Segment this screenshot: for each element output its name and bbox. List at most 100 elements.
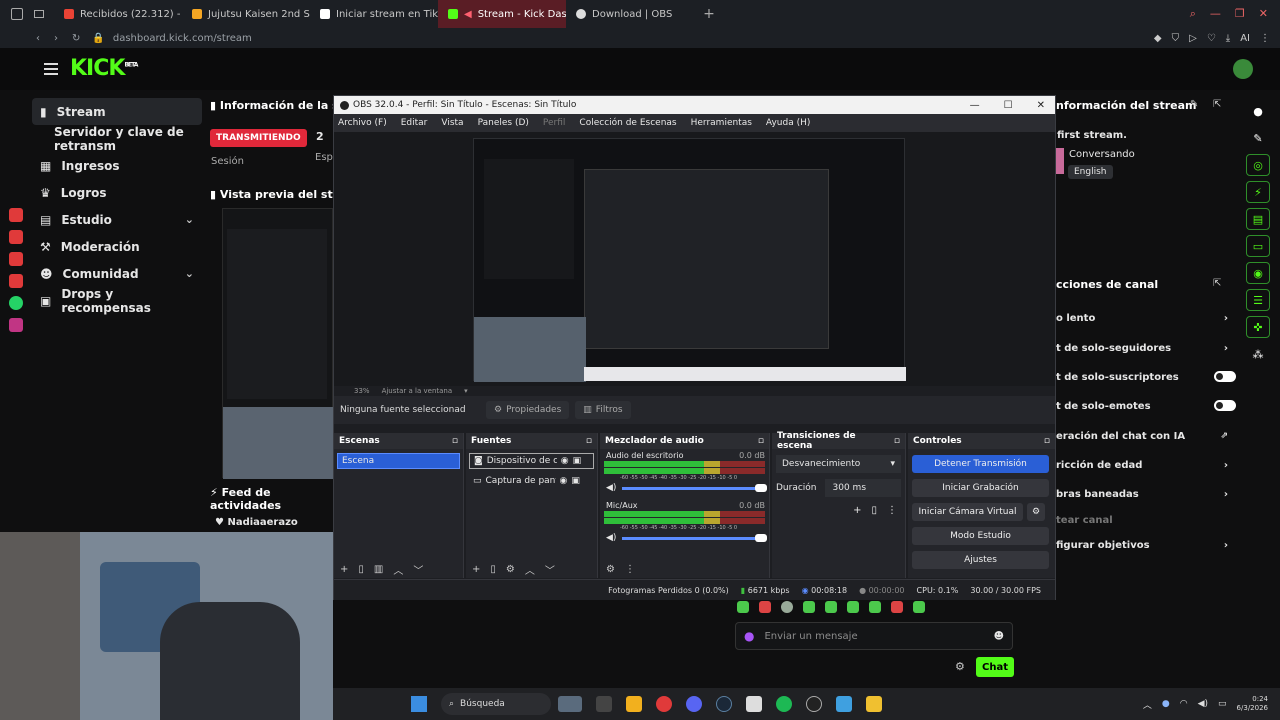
obs-preview-canvas[interactable]	[334, 132, 1055, 386]
sidebar-item-moderacion[interactable]: ⚒ Moderación	[32, 233, 202, 260]
tray-chevron-icon[interactable]: ︿	[1143, 698, 1152, 711]
windows-start-icon[interactable]	[411, 696, 427, 712]
task-view-icon[interactable]	[596, 696, 612, 712]
browser-menu-icon[interactable]	[0, 0, 34, 28]
hamburger-menu-icon[interactable]	[44, 63, 58, 75]
stop-streaming-button[interactable]: Detener Transmisión	[912, 455, 1049, 473]
emote-icon[interactable]	[891, 601, 903, 613]
bookmark-icon[interactable]: ♡	[1207, 33, 1216, 44]
emote-icon[interactable]	[869, 601, 881, 613]
menu-paneles[interactable]: Paneles (D)	[478, 118, 529, 128]
properties-button[interactable]: ⚙ Propiedades	[486, 401, 570, 419]
studio-mode-button[interactable]: Modo Estudio	[912, 527, 1049, 545]
popout-icon[interactable]: ⇱	[1213, 278, 1221, 289]
speaker-icon[interactable]: ◀)	[606, 533, 616, 543]
dock-menu-icon[interactable]: ▫	[1044, 436, 1050, 446]
discord-icon[interactable]	[686, 696, 702, 712]
add-icon[interactable]: +	[340, 564, 348, 575]
minimize-icon[interactable]: —	[970, 100, 980, 111]
settings-button[interactable]: Ajustes	[912, 551, 1049, 569]
extension-icon[interactable]: ◆	[1154, 33, 1162, 44]
play-icon[interactable]: ▷	[1189, 33, 1197, 44]
chevron-down-icon[interactable]: ▾	[464, 387, 468, 395]
edit-icon[interactable]: ✎	[1190, 99, 1198, 110]
chat-icon[interactable]: ▭	[1246, 235, 1270, 257]
action-row-goals[interactable]: figurar objetivos ›	[1056, 535, 1236, 555]
ai-button[interactable]: AI	[1240, 33, 1250, 44]
down-icon[interactable]: ﹀	[545, 562, 555, 577]
menu-ayuda[interactable]: Ayuda (H)	[766, 118, 810, 128]
edit-icon[interactable]: ✎	[1246, 127, 1270, 149]
tab-tiktok[interactable]: Iniciar stream en TikTok	[310, 0, 438, 28]
more-icon[interactable]: ⋮	[1260, 33, 1270, 44]
app-icon[interactable]	[9, 274, 23, 288]
shield-icon[interactable]: ⛉	[1172, 33, 1180, 44]
emoji-icon[interactable]: ☻	[994, 631, 1004, 642]
menu-vista[interactable]: Vista	[441, 118, 463, 128]
opera-icon[interactable]	[656, 696, 672, 712]
toggle-switch[interactable]	[1214, 371, 1236, 382]
down-icon[interactable]: ﹀	[413, 562, 423, 577]
chat-send-button[interactable]: Chat	[976, 657, 1014, 677]
sidebar-item-drops[interactable]: ▣ Drops y recompensas	[32, 287, 202, 315]
battery-icon[interactable]: ▭	[1218, 699, 1227, 709]
lightning-icon[interactable]: ⚡	[1246, 181, 1270, 203]
new-tab-button[interactable]: +	[694, 6, 724, 22]
fit-to-window[interactable]: Ajustar a la ventana	[382, 387, 453, 395]
menu-editar[interactable]: Editar	[401, 118, 428, 128]
taskbar-clock[interactable]: 0:24 6/3/2026	[1237, 695, 1268, 713]
scene-item[interactable]: Escena	[337, 453, 460, 469]
dock-menu-icon[interactable]: ▫	[894, 436, 900, 446]
speaker-icon[interactable]: ◀)	[606, 483, 616, 493]
action-row-followers-only[interactable]: t de solo-seguidores ›	[1056, 338, 1236, 358]
emote-icon[interactable]	[847, 601, 859, 613]
emote-icon[interactable]	[803, 601, 815, 613]
emote-icon[interactable]	[825, 601, 837, 613]
instagram-icon[interactable]	[9, 318, 23, 332]
app-icon[interactable]	[9, 252, 23, 266]
avatar[interactable]	[1233, 59, 1253, 79]
maximize-icon[interactable]: ☐	[1004, 100, 1013, 111]
add-icon[interactable]: +	[472, 564, 480, 575]
volume-slider[interactable]	[622, 533, 767, 542]
more-icon[interactable]: ⋮	[887, 505, 897, 516]
source-item[interactable]: ◙Dispositivo de cap◉▣	[469, 453, 594, 469]
up-icon[interactable]: ︿	[525, 562, 535, 577]
broadcast-icon[interactable]: ◉	[1246, 262, 1270, 284]
apps-icon[interactable]: ⁂	[1246, 343, 1270, 365]
sidebar-item-estudio[interactable]: ▤ Estudio ⌄	[32, 206, 202, 233]
obs-icon[interactable]	[806, 696, 822, 712]
volume-icon[interactable]: ◀)	[1198, 699, 1208, 709]
microphone-icon[interactable]: ●	[744, 629, 754, 643]
sidebar-item-ingresos[interactable]: ▦ Ingresos	[32, 152, 202, 179]
sidebar-item-logros[interactable]: ♛ Logros	[32, 179, 202, 206]
eye-icon[interactable]: ◉	[561, 456, 569, 466]
url-field[interactable]: dashboard.kick.com/stream	[113, 33, 252, 44]
menu-perfil[interactable]: Perfil	[543, 118, 566, 128]
microphone-icon[interactable]: ●	[1162, 699, 1170, 709]
list-icon[interactable]: ☰	[1246, 289, 1270, 311]
dock-menu-icon[interactable]: ▫	[586, 436, 592, 446]
sidebar-item-stream[interactable]: ▮ Stream	[32, 98, 202, 125]
emote-icon[interactable]	[781, 601, 793, 613]
action-row-emotes-only[interactable]: t de solo-emotes	[1056, 396, 1236, 416]
action-row-slow-mode[interactable]: o lento ›	[1056, 308, 1236, 328]
duration-input[interactable]: 300 ms	[824, 479, 901, 497]
app-icon[interactable]	[866, 696, 882, 712]
steam-icon[interactable]	[716, 696, 732, 712]
dock-menu-icon[interactable]: ▫	[452, 436, 458, 446]
wifi-icon[interactable]: ◠	[1180, 699, 1188, 709]
start-recording-button[interactable]: Iniciar Grabación	[912, 479, 1049, 497]
download-icon[interactable]: ⤓	[1226, 33, 1230, 44]
menu-archivo[interactable]: Archivo (F)	[338, 118, 387, 128]
start-virtual-camera-button[interactable]: Iniciar Cámara Virtual	[912, 503, 1023, 521]
popout-icon[interactable]: ⇱	[1213, 99, 1221, 110]
tab-gmail[interactable]: Recibidos (22.312) - juesu	[54, 0, 182, 28]
emote-icon[interactable]	[759, 601, 771, 613]
emote-icon[interactable]	[737, 601, 749, 613]
reload-icon[interactable]: ↻	[72, 33, 80, 44]
search-tabs-icon[interactable]: ⌕	[1190, 7, 1196, 21]
tab-list-icon[interactable]	[34, 0, 54, 28]
action-row-subscribers-only[interactable]: t de solo-suscriptores	[1056, 367, 1236, 387]
lock-icon[interactable]: ▣	[571, 476, 580, 486]
